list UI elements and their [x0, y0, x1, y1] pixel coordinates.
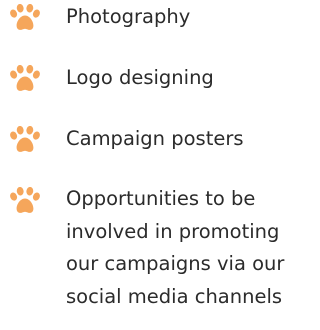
paw-print-icon — [10, 64, 40, 93]
list-item-label: Campaign posters — [66, 127, 244, 150]
list-item-label: Opportunities to be involved in promotin… — [66, 187, 285, 308]
paw-print-icon — [10, 3, 40, 32]
paw-print-icon — [10, 125, 40, 154]
list-item-label: Logo designing — [66, 66, 214, 89]
paw-print-icon — [10, 186, 40, 215]
list-item-label: Photography — [66, 5, 191, 28]
